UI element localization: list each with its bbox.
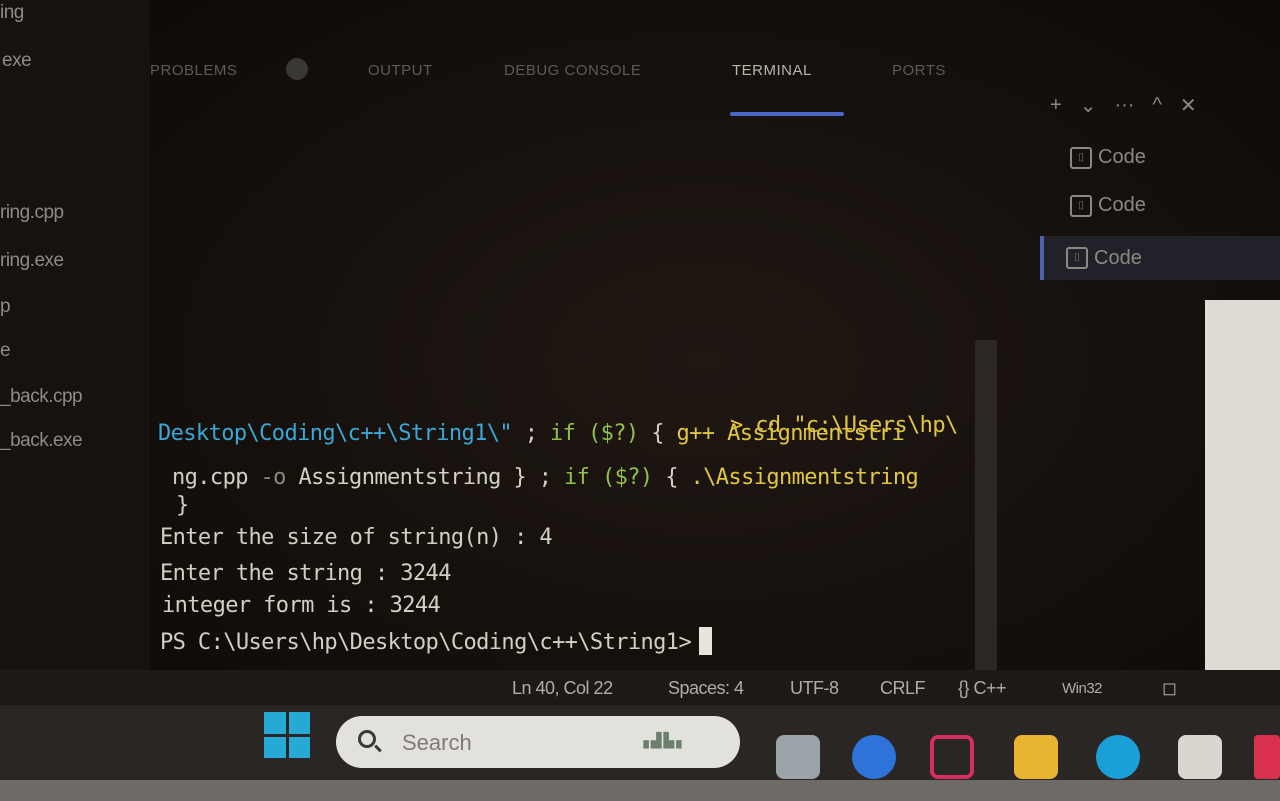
explorer-file-item[interactable]: ring.exe: [0, 250, 64, 272]
terminal-line: Desktop\Coding\c++\String1\" ; if ($?) {…: [158, 421, 905, 446]
terminal-line: Enter the string : 3244: [160, 561, 451, 586]
explorer-file-item[interactable]: _back.cpp: [0, 386, 83, 408]
task-view-icon[interactable]: [776, 735, 820, 779]
terminal-separator: {: [652, 465, 691, 490]
file-explorer-icon[interactable]: [1014, 735, 1058, 779]
terminal-instance-active[interactable]: ⌷ Code: [1040, 236, 1280, 280]
status-bar: Ln 40, Col 22 Spaces: 4 UTF-8 CRLF {} C+…: [0, 670, 1280, 710]
terminal-line: }: [176, 493, 189, 518]
terminal-scrollbar[interactable]: [975, 340, 997, 685]
terminal-arg: Assignmentstring: [298, 465, 501, 490]
explorer-file-item[interactable]: ring.cpp: [0, 202, 64, 224]
more-actions-icon[interactable]: ···: [1114, 94, 1134, 117]
explorer-item[interactable]: exe: [2, 50, 32, 72]
tab-problems[interactable]: PROBLEMS: [150, 62, 237, 79]
store-app-icon[interactable]: [1178, 735, 1222, 779]
terminal-prompt-line: PS C:\Users\hp\Desktop\Coding\c++\String…: [160, 627, 713, 655]
chevron-down-icon[interactable]: ⌄: [1080, 93, 1097, 118]
explorer-item[interactable]: ing: [0, 2, 24, 24]
explorer-file-item[interactable]: e: [0, 340, 11, 362]
terminal-separator: ;: [512, 421, 551, 446]
status-indentation[interactable]: Spaces: 4: [668, 678, 744, 699]
terminal-icon: ⌷: [1066, 247, 1088, 269]
terminal-separator: } ;: [500, 465, 565, 490]
maximize-panel-icon[interactable]: ^: [1152, 94, 1161, 117]
terminal-instance-label: Code: [1098, 194, 1146, 216]
notifications-bell-icon[interactable]: ◻: [1162, 678, 1177, 699]
search-highlight-icon: ▗▟▙▖: [638, 732, 690, 748]
terminal-keyword: if ($?): [550, 421, 639, 446]
status-cursor-position[interactable]: Ln 40, Col 22: [512, 678, 613, 699]
active-tab-indicator: [730, 112, 844, 116]
terminal-separator: {: [638, 421, 677, 446]
status-language-mode[interactable]: {} C++: [958, 678, 1007, 699]
tab-debug-console[interactable]: DEBUG CONSOLE: [504, 62, 641, 79]
terminal-path-text: Desktop\Coding\c++\String1\": [158, 421, 513, 446]
taskbar-search-box[interactable]: Search ▗▟▙▖: [336, 716, 740, 768]
status-line-ending[interactable]: CRLF: [880, 678, 926, 699]
problems-count-badge: [286, 58, 308, 80]
tab-terminal[interactable]: TERMINAL: [732, 62, 812, 79]
terminal-arg: ng.cpp: [172, 465, 248, 490]
terminal-line: Enter the size of string(n) : 4: [160, 525, 553, 550]
terminal-instance[interactable]: ⌷ Code: [1070, 194, 1146, 217]
status-platform[interactable]: Win32: [1062, 680, 1103, 697]
terminal-cursor: [699, 627, 713, 655]
mcafee-app-icon[interactable]: [930, 735, 974, 779]
terminal-line: ng.cpp -o Assignmentstring } ; if ($?) {…: [172, 465, 919, 490]
terminal-line: integer form is : 3244: [162, 593, 441, 618]
terminal-keyword: if ($?): [564, 465, 653, 490]
terminal-output[interactable]: > cd "c:\Users\hp\ Desktop\Coding\c++\St…: [150, 395, 980, 685]
windows-start-icon[interactable]: [264, 712, 310, 758]
terminal-flag: -o: [247, 465, 299, 490]
explorer-file-item[interactable]: _back.exe: [0, 430, 83, 452]
terminal-instance-label: Code: [1098, 146, 1146, 168]
explorer-file-item[interactable]: p: [0, 296, 11, 318]
terminal-prompt: PS C:\Users\hp\Desktop\Coding\c++\String…: [160, 630, 692, 655]
search-icon: [358, 730, 376, 748]
laptop-edge: [0, 780, 1280, 801]
close-panel-icon[interactable]: ✕: [1180, 93, 1197, 118]
terminal-instances-list: ⌷ Code ⌷ Code ⌷ Code: [1040, 140, 1280, 300]
explorer-sidebar: ing exe ring.cpp ring.exe p e _back.cpp …: [0, 0, 150, 690]
edge-browser-icon[interactable]: [1096, 735, 1140, 779]
search-placeholder: Search: [402, 730, 472, 755]
terminal-instance-label: Code: [1094, 246, 1142, 269]
zoom-app-icon[interactable]: [852, 735, 896, 779]
panel-tab-bar: PROBLEMS OUTPUT DEBUG CONSOLE TERMINAL P…: [140, 40, 1197, 120]
terminal-instance[interactable]: ⌷ Code: [1070, 146, 1146, 169]
terminal-command-text: g++ Assignmentstri: [676, 421, 905, 446]
new-terminal-icon[interactable]: +: [1050, 94, 1062, 117]
terminal-icon: ⌷: [1070, 146, 1092, 169]
status-encoding[interactable]: UTF-8: [790, 678, 839, 699]
terminal-command-text: .\Assignmentstring: [690, 465, 919, 490]
terminal-icon: ⌷: [1070, 194, 1092, 217]
tab-ports[interactable]: PORTS: [892, 62, 946, 79]
pinned-app-icon[interactable]: [1254, 735, 1280, 779]
panel-actions: + ⌄ ··· ^ ✕: [1050, 90, 1197, 120]
tab-output[interactable]: OUTPUT: [368, 62, 433, 79]
